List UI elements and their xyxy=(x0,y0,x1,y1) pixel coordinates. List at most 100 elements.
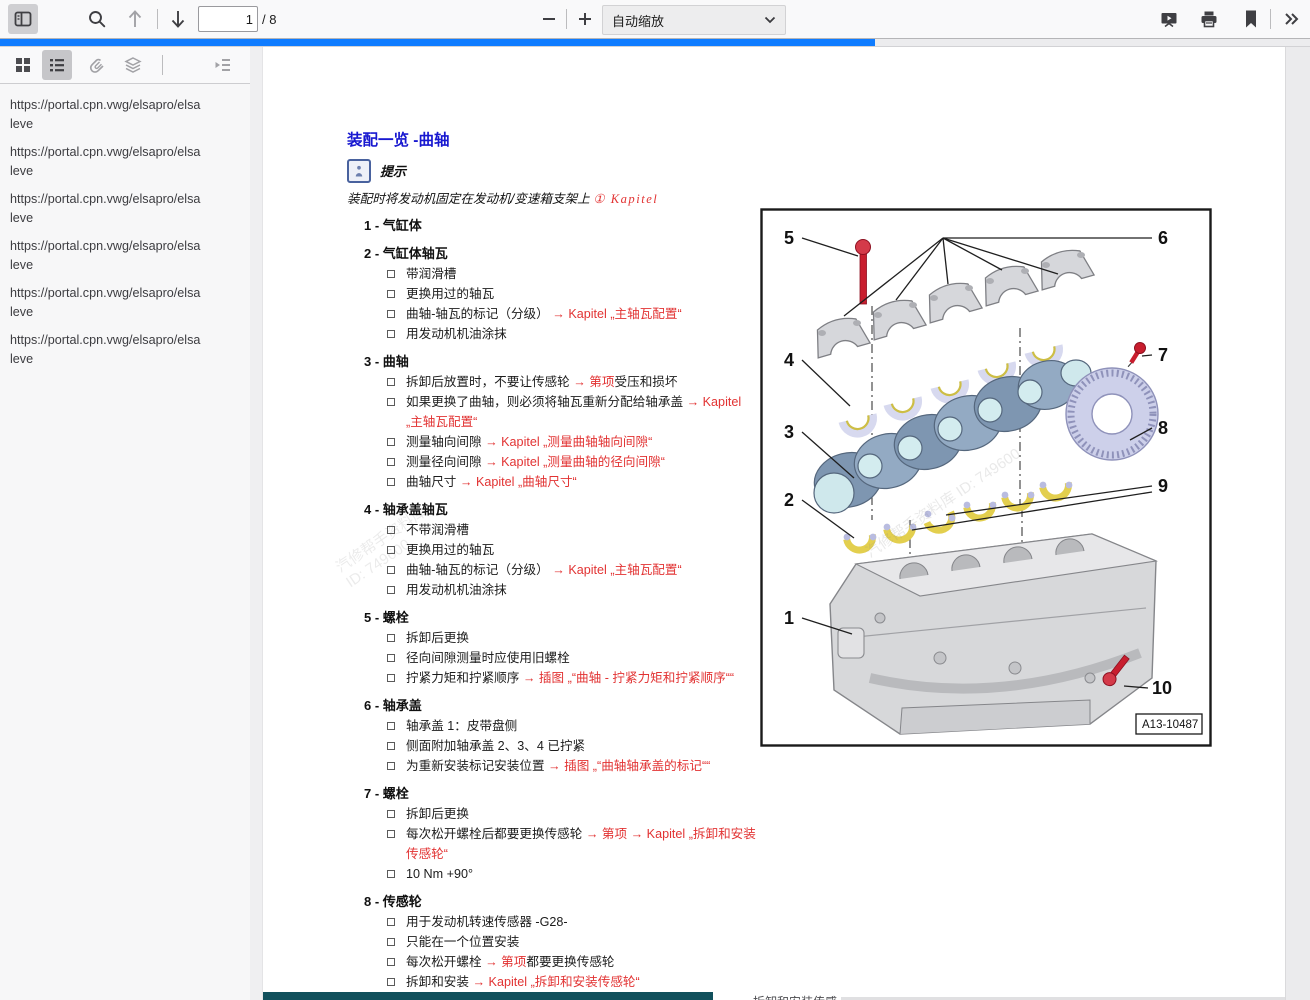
square-bullet-icon xyxy=(387,742,395,750)
scroll-to-current-outline-button[interactable] xyxy=(208,50,238,80)
part-detail-text: 曲轴-轴瓦的标记（分级） → Kapitel „主轴瓦配置“ xyxy=(406,304,756,324)
part-item: 5 - 螺栓拆卸后更换径向间隙测量时应使用旧螺栓拧紧力矩和拧紧顺序 → 插图 „… xyxy=(347,608,765,688)
part-detail-row: 曲轴-轴瓦的标记（分级） → Kapitel „主轴瓦配置“ xyxy=(347,560,765,580)
figure-label-box: A13-10487 xyxy=(1136,714,1202,734)
chapter-reference-link[interactable]: → Kapitel „主轴瓦配置“ xyxy=(552,307,681,321)
part-detail-row: 每次松开螺栓 → 第项都要更换传感轮 xyxy=(347,952,765,972)
toolbar-separator xyxy=(566,9,567,29)
sidebar-view-toolbar xyxy=(0,47,250,84)
sidebar-toggle-button[interactable] xyxy=(8,4,38,34)
part-detail-row: 拆卸后放置时，不要让传感轮 → 第项受压和损坏 xyxy=(347,372,765,392)
figure-label: A13-10487 xyxy=(1142,719,1198,731)
part-detail-text: 带润滑槽 xyxy=(406,264,756,284)
part-item: 8 - 传感轮用于发动机转速传感器 -G28-只能在一个位置安装每次松开螺栓 →… xyxy=(347,892,765,1000)
outline-item-link[interactable]: https://portal.cpn.vwg/elsapro/elsa leve xyxy=(10,237,248,275)
sensor-wheel xyxy=(1066,368,1158,460)
next-page-button[interactable] xyxy=(163,4,193,34)
part-detail-text: 每次松开螺栓后都要更换传感轮 → 第项 → Kapitel „拆卸和安装传感轮“ xyxy=(406,824,756,864)
engine-crankshaft-diagram: 5 6 4 7 3 8 2 9 1 10 A13-10487 汽修帮 xyxy=(760,208,1212,747)
page-number-input[interactable] xyxy=(198,6,258,32)
pdf-page: 汽修帮手资料库 ID: 749600 装配一览 -曲轴 提示 装配时将发动机固定… xyxy=(263,47,1285,1000)
square-bullet-icon xyxy=(387,722,395,730)
outline-item-link[interactable]: https://portal.cpn.vwg/elsapro/elsa leve xyxy=(10,190,248,228)
chapter-reference-link[interactable]: → Kapitel „主轴瓦配置“ xyxy=(552,563,681,577)
square-bullet-icon xyxy=(387,938,395,946)
previous-page-button[interactable] xyxy=(120,4,150,34)
outline-item-link[interactable]: https://portal.cpn.vwg/elsapro/elsa leve xyxy=(10,331,248,369)
zoom-out-button[interactable] xyxy=(534,4,564,34)
outline-item-link[interactable]: https://portal.cpn.vwg/elsapro/elsa leve xyxy=(10,143,248,181)
square-bullet-icon xyxy=(387,674,395,682)
part-item: 4 - 轴承盖轴瓦不带润滑槽更换用过的轴瓦曲轴-轴瓦的标记（分级） → Kapi… xyxy=(347,500,765,600)
square-bullet-icon xyxy=(387,830,395,838)
layers-view-button[interactable] xyxy=(118,50,148,80)
chapter-reference-link[interactable]: → 插图 „“曲轴轴承盖的标记““ xyxy=(548,759,710,773)
find-button[interactable] xyxy=(82,4,112,34)
part-detail-text: 径向间隙测量时应使用旧螺栓 xyxy=(406,648,756,668)
outline-list-icon xyxy=(48,56,66,74)
zoom-select[interactable]: 自动缩放 xyxy=(602,5,786,35)
part-detail-text: 测量轴向间隙 → Kapitel „测量曲轴轴向间隙“ xyxy=(406,432,756,452)
callout-8: 8 xyxy=(1158,418,1168,438)
more-tools-button[interactable] xyxy=(1276,4,1306,34)
sidebar-scrollbar[interactable] xyxy=(250,47,263,1000)
note-text: 装配时将发动机固定在发动机/变速箱支架上 ① Kapitel xyxy=(347,188,765,207)
part-item: 2 - 气缸体轴瓦带润滑槽更换用过的轴瓦曲轴-轴瓦的标记（分级） → Kapit… xyxy=(347,244,765,344)
callout-10: 10 xyxy=(1152,678,1172,698)
part-detail-text: 更换用过的轴瓦 xyxy=(406,284,756,304)
square-bullet-icon xyxy=(387,634,395,642)
chapter-reference-link[interactable]: → Kapitel „测量曲轴的径向间隙“ xyxy=(485,455,665,469)
part-detail-row: 更换用过的轴瓦 xyxy=(347,540,765,560)
callout-9: 9 xyxy=(1158,476,1168,496)
part-detail-text: 测量径向间隙 → Kapitel „测量曲轴的径向间隙“ xyxy=(406,452,756,472)
thumbnails-view-button[interactable] xyxy=(8,50,38,80)
part-detail-text: 10 Nm +90° xyxy=(406,864,756,884)
chapter-reference-link[interactable]: → Kapitel „测量曲轴轴向间隙“ xyxy=(485,435,652,449)
part-detail-row: 拆卸后更换 xyxy=(347,628,765,648)
part-item-header: 1 - 气缸体 xyxy=(347,216,765,236)
part-detail-row: 带润滑槽 xyxy=(347,264,765,284)
part-detail-row: 10 Nm +90° xyxy=(347,864,765,884)
square-bullet-icon xyxy=(387,458,395,466)
chapter-reference-link[interactable]: → 第项 xyxy=(573,375,614,389)
zoom-in-button[interactable] xyxy=(570,4,600,34)
chapter-reference-link[interactable]: → 第项 xyxy=(485,955,526,969)
presentation-mode-button[interactable] xyxy=(1154,4,1184,34)
current-outline-item-icon xyxy=(214,56,232,74)
exploded-view-figure: 5 6 4 7 3 8 2 9 1 10 A13-10487 汽修帮 xyxy=(760,208,1212,747)
outline-item-link[interactable]: https://portal.cpn.vwg/elsapro/elsa leve xyxy=(10,284,248,322)
part-detail-row: 为重新安装标记安装位置 → 插图 „“曲轴轴承盖的标记““ xyxy=(347,756,765,776)
page-count-label: / 8 xyxy=(262,12,276,27)
square-bullet-icon xyxy=(387,566,395,574)
square-bullet-icon xyxy=(387,654,395,662)
chapter-reference-link[interactable]: → Kapitel „曲轴尺寸“ xyxy=(460,475,577,489)
zoom-select-value: 自动缩放 xyxy=(603,11,764,30)
note-info-icon xyxy=(347,159,371,183)
toolbar-separator xyxy=(1270,9,1271,29)
part-detail-text: 拆卸后放置时，不要让传感轮 → 第项受压和损坏 xyxy=(406,372,756,392)
print-button[interactable] xyxy=(1194,4,1224,34)
callout-5: 5 xyxy=(784,228,794,248)
plus-icon xyxy=(577,11,593,27)
printer-icon xyxy=(1199,9,1219,29)
current-view-bookmark-button[interactable] xyxy=(1236,4,1266,34)
part-detail-row: 只能在一个位置安装 xyxy=(347,932,765,952)
square-bullet-icon xyxy=(387,870,395,878)
square-bullet-icon xyxy=(387,586,395,594)
chapter-reference-link[interactable]: → Kapitel „拆卸和安装传感轮“ xyxy=(472,975,639,989)
chevrons-right-icon xyxy=(1282,10,1300,28)
part-detail-text: 不带润滑槽 xyxy=(406,520,756,540)
note-chapter-link[interactable]: ① Kapitel xyxy=(593,192,658,206)
outline-item-link[interactable]: https://portal.cpn.vwg/elsapro/elsa leve xyxy=(10,96,248,134)
part-item: 6 - 轴承盖轴承盖 1：皮带盘侧侧面附加轴承盖 2、3、4 已拧紧为重新安装标… xyxy=(347,696,765,776)
viewer-scrollbar[interactable] xyxy=(1285,47,1310,1000)
outline-view-button[interactable] xyxy=(42,50,72,80)
attachments-view-button[interactable] xyxy=(82,50,112,80)
chapter-reference-link[interactable]: → 插图 „“曲轴 - 拧紧力矩和拧紧顺序““ xyxy=(523,671,734,685)
part-detail-row: 轴承盖 1：皮带盘侧 xyxy=(347,716,765,736)
part-detail-text: 拆卸和安装 → Kapitel „拆卸和安装传感轮“ xyxy=(406,972,756,992)
page-title: 装配一览 -曲轴 xyxy=(347,128,765,150)
outline-panel: https://portal.cpn.vwg/elsapro/elsa leve… xyxy=(0,84,250,1000)
part-detail-text: 为重新安装标记安装位置 → 插图 „“曲轴轴承盖的标记““ xyxy=(406,756,756,776)
callout-1: 1 xyxy=(784,608,794,628)
